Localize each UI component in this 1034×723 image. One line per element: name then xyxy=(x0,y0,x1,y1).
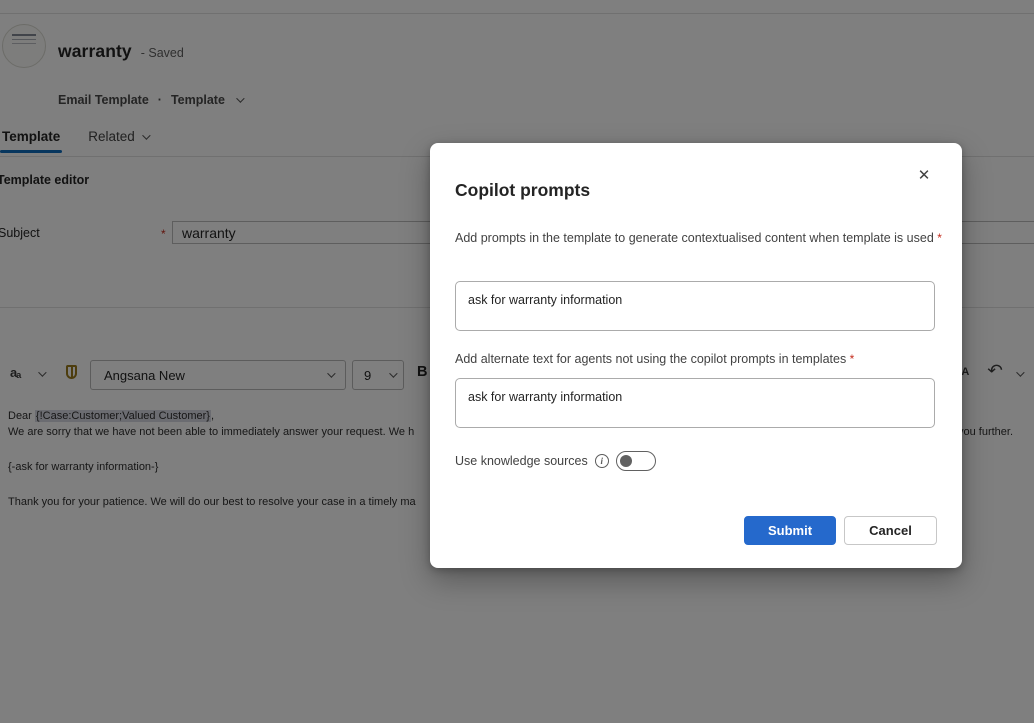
dialog-title: Copilot prompts xyxy=(455,180,590,201)
close-icon[interactable]: ✕ xyxy=(913,164,935,186)
prompt-label-text: Add prompts in the template to generate … xyxy=(455,231,937,245)
required-asterisk: * xyxy=(937,231,942,245)
prompt-field-label: Add prompts in the template to generate … xyxy=(455,229,943,249)
dialog-footer: Submit Cancel xyxy=(744,516,937,545)
cancel-button[interactable]: Cancel xyxy=(844,516,937,545)
copilot-prompts-dialog: ✕ Copilot prompts Add prompts in the tem… xyxy=(430,143,962,568)
prompt-input[interactable] xyxy=(455,281,935,331)
submit-button[interactable]: Submit xyxy=(744,516,836,545)
alternate-text-label: Add alternate text for agents not using … xyxy=(455,350,943,370)
knowledge-sources-toggle[interactable] xyxy=(616,451,656,471)
alternate-label-text: Add alternate text for agents not using … xyxy=(455,352,850,366)
knowledge-sources-label: Use knowledge sources xyxy=(455,454,588,468)
required-asterisk: * xyxy=(850,352,855,366)
alternate-text-input[interactable] xyxy=(455,378,935,428)
info-icon[interactable]: i xyxy=(595,454,609,468)
toggle-knob xyxy=(620,455,632,467)
knowledge-sources-row: Use knowledge sources i xyxy=(455,451,656,471)
